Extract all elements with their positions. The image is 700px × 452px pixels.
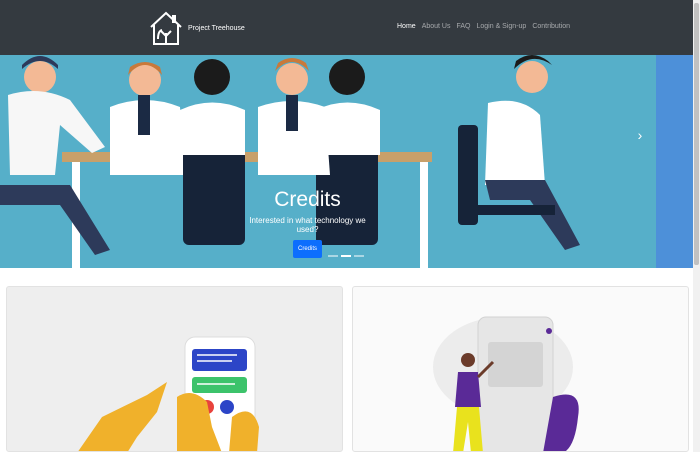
- nav-link-faq[interactable]: FAQ: [456, 23, 470, 30]
- brand-name: Project Treehouse: [188, 24, 245, 32]
- feature-card-user-app[interactable]: [352, 286, 689, 452]
- carousel-next-button[interactable]: ›: [620, 115, 660, 155]
- chevron-right-icon: ›: [637, 127, 643, 143]
- nav-link-contribution[interactable]: Contribution: [532, 23, 570, 30]
- carousel-title: Credits: [274, 188, 341, 211]
- hero-carousel: › Credits Interested in what technology …: [0, 55, 700, 268]
- nav-link-about-us[interactable]: About Us: [422, 23, 451, 30]
- carousel-next-strip: [656, 55, 693, 268]
- brand-link[interactable]: Project Treehouse: [148, 8, 245, 48]
- carousel-indicators: [328, 255, 364, 257]
- navbar: Project Treehouse Home About Us FAQ Logi…: [0, 0, 700, 55]
- nav-link-home[interactable]: Home: [397, 23, 416, 30]
- carousel-caption: Credits Interested in what technology we…: [240, 188, 375, 258]
- main-nav: Home About Us FAQ Login & Sign-up Contri…: [397, 23, 576, 30]
- carousel-indicator-1[interactable]: [328, 255, 338, 257]
- carousel-indicator-3[interactable]: [354, 255, 364, 257]
- treehouse-logo-icon: [150, 11, 182, 45]
- mobile-app-illustration: [78, 336, 259, 451]
- user-app-illustration: [433, 316, 579, 451]
- nav-link-login-signup[interactable]: Login & Sign-up: [477, 23, 527, 30]
- scrollbar-thumb[interactable]: [694, 3, 699, 265]
- carousel-subtitle: Interested in what technology we used?: [249, 216, 366, 234]
- carousel-indicator-2[interactable]: [341, 255, 351, 257]
- feature-card-mobile-app[interactable]: [6, 286, 343, 452]
- credits-button[interactable]: Credits: [292, 240, 322, 258]
